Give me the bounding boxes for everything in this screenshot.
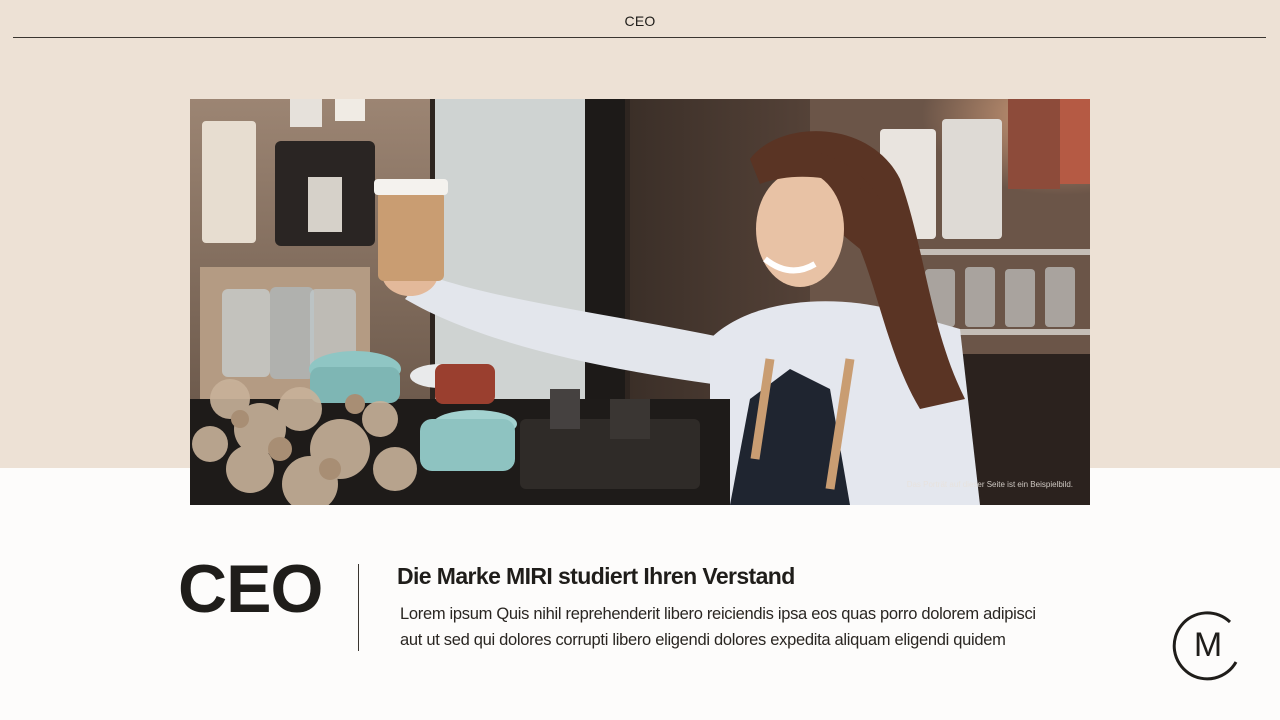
vertical-divider [358, 564, 359, 651]
profile-body: Lorem ipsum Quis nihil reprehenderit lib… [400, 601, 1080, 653]
role-title: CEO [178, 551, 323, 627]
barista-illustration [190, 99, 1090, 505]
header-divider [13, 37, 1266, 38]
portrait-photo: Das Porträt auf dieser Seite ist ein Bei… [190, 99, 1090, 505]
profile-body-line-1: Lorem ipsum Quis nihil reprehenderit lib… [400, 605, 1036, 623]
page-header-title: CEO [624, 13, 656, 29]
profile-subheading: Die Marke MIRI studiert Ihren Verstand [397, 563, 795, 589]
m-circle-logo-icon: M [1172, 610, 1244, 682]
profile-body-line-2: aut ut sed qui dolores corrupti libero e… [400, 631, 1006, 649]
photo-caption: Das Porträt auf dieser Seite ist ein Bei… [906, 480, 1073, 489]
logo-letter: M [1194, 626, 1222, 664]
